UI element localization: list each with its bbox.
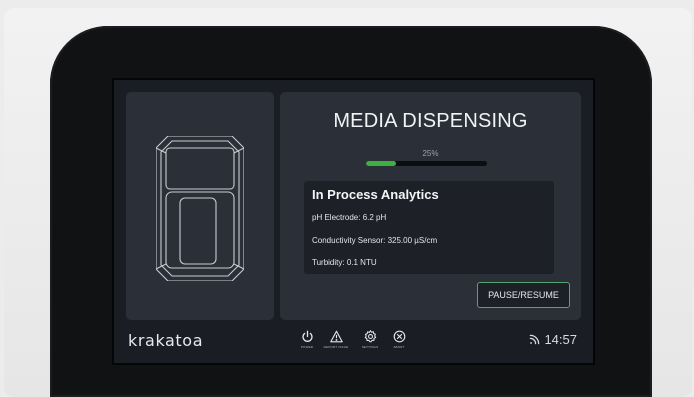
clock-time: 14:57 bbox=[544, 332, 577, 347]
progress-bar bbox=[366, 161, 487, 166]
conductivity-metric: Conductivity Sensor: 325.00 µS/cm bbox=[312, 236, 438, 245]
abort-label: ABORT bbox=[393, 345, 405, 349]
cartridge-illustration bbox=[156, 136, 244, 281]
analytics-card: In Process Analytics pH Electrode: 6.2 p… bbox=[304, 181, 554, 274]
analytics-heading: In Process Analytics bbox=[312, 187, 439, 202]
power-label: POWER bbox=[300, 345, 314, 349]
wifi-icon bbox=[530, 334, 540, 345]
touch-screen: MEDIA DISPENSING 25% In Process Analytic… bbox=[112, 78, 595, 365]
process-panel: MEDIA DISPENSING 25% In Process Analytic… bbox=[280, 92, 581, 320]
power-icon bbox=[301, 330, 313, 342]
settings-label: SETTINGS bbox=[361, 345, 379, 349]
gear-icon bbox=[364, 330, 376, 343]
progress-label: 25% bbox=[422, 149, 439, 158]
pause-resume-button[interactable]: PAUSE/RESUME bbox=[477, 282, 570, 308]
report-issue-label: REPORT ISSUE bbox=[323, 345, 349, 349]
device-preview-panel bbox=[126, 92, 274, 320]
turbidity-metric: Turbidity: 0.1 NTU bbox=[312, 258, 377, 267]
page-title: MEDIA DISPENSING bbox=[333, 110, 528, 132]
report-issue-button[interactable]: REPORT ISSUE bbox=[321, 330, 351, 358]
close-circle-icon bbox=[393, 330, 405, 343]
warning-icon bbox=[329, 330, 343, 343]
power-button[interactable]: POWER bbox=[292, 330, 322, 358]
ph-metric: pH Electrode: 6.2 pH bbox=[312, 213, 387, 222]
progress-fill bbox=[366, 161, 397, 166]
brand-logo: krakatoa bbox=[128, 331, 204, 350]
settings-button[interactable]: SETTINGS bbox=[355, 330, 385, 358]
abort-button[interactable]: ABORT bbox=[384, 330, 414, 358]
status-area: 14:57 bbox=[529, 332, 577, 347]
